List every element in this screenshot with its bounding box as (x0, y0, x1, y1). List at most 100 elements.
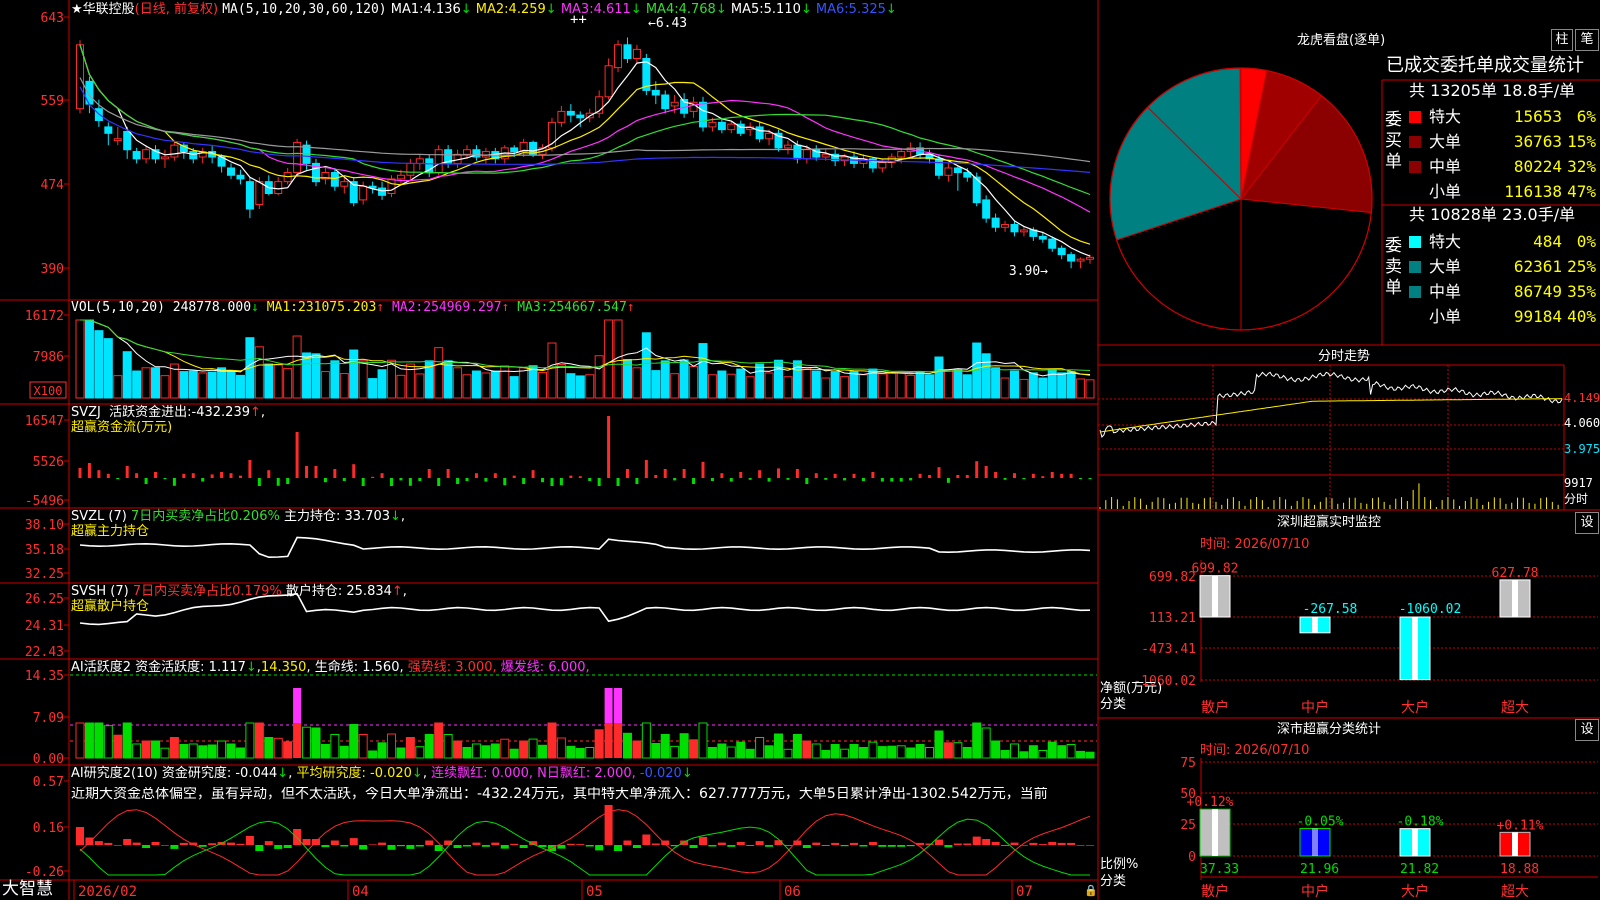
sell-legend-swatch (1409, 261, 1421, 273)
vol-ma1-arrow: ↑ (376, 300, 385, 315)
ai1-bar (198, 745, 208, 759)
svzl-label2: 主力持仓: (283, 509, 341, 524)
ai2-bar (840, 845, 849, 847)
ai2-bar (765, 845, 774, 847)
candle-body (566, 110, 575, 116)
bar-view-tab[interactable]: 柱 (1551, 29, 1573, 51)
tick-view-tab[interactable]: 笔 (1575, 29, 1599, 51)
volume-bar (443, 360, 453, 399)
volume-bar (434, 347, 444, 399)
sell-legend-swatch (1409, 311, 1421, 323)
sccy-value-label-2: 21.82 (1400, 862, 1439, 877)
svzj-bar (257, 478, 261, 486)
svzj-bar (795, 469, 799, 478)
candle-body (708, 121, 717, 128)
lock-icon[interactable]: 🔒 (1084, 883, 1098, 898)
ai1-bar (736, 741, 746, 759)
ai1-bar (1066, 744, 1076, 759)
buy-row-label: 特大 (1429, 107, 1462, 126)
ai1-arrow1: ↓ (245, 660, 257, 675)
svzj-bar (550, 478, 554, 486)
volume-bar (679, 359, 689, 399)
szcy-unit: 净额(万元) (1100, 681, 1163, 696)
volume-bar (585, 374, 595, 399)
ai1-bar-top (293, 688, 302, 723)
ai1-bar (679, 733, 689, 759)
ai1-bar (1019, 751, 1029, 759)
svsh-label2: 散户持仓: (285, 584, 343, 599)
ai1-bar (339, 745, 349, 759)
ma2-value: 4.259 (508, 2, 546, 17)
svzj-bar (474, 473, 478, 478)
svzj-arrow: ↑ (250, 405, 261, 420)
fenshi-ytick-3: 3.975 (1564, 442, 1600, 456)
candle-body (576, 114, 585, 119)
ai1-bar (217, 740, 227, 759)
svzj-bar (87, 463, 91, 478)
volume-bar (1066, 371, 1076, 399)
ai1-bar (689, 739, 699, 759)
ai2-bar (878, 845, 887, 847)
ai2-arrow2: ↓ (411, 766, 423, 781)
svzj-bar (210, 474, 214, 478)
ai1-value1: 1.117 (208, 660, 246, 675)
volume-bar (830, 371, 840, 399)
candle-body (991, 217, 1000, 228)
candle-body (755, 126, 764, 140)
ai1-value1b: 14.350 (260, 660, 307, 675)
ma4-label: MA4: (645, 2, 679, 17)
ai2-bar (1057, 842, 1066, 845)
period-mode[interactable]: (日线, 前复权) (135, 2, 218, 17)
ai2-bar (595, 845, 604, 851)
ai2-bar (500, 845, 509, 849)
ai2-bar (802, 845, 811, 848)
volume-bar (981, 353, 991, 399)
stock-name: 华联控股 (82, 2, 135, 17)
sell-legend-swatch (1409, 236, 1421, 248)
sccy-settings-button[interactable]: 设 (1575, 719, 1599, 741)
svzj-bar (503, 478, 507, 486)
vol-ma2-arrow: ↑ (501, 300, 510, 315)
candle-body (406, 162, 415, 176)
ai1-bar (849, 744, 859, 759)
volume-bar (670, 373, 680, 399)
ai1-bar (94, 722, 104, 759)
ai1-bar (490, 743, 500, 759)
szcy-title: 深圳超赢实时监控 (1277, 515, 1382, 530)
svzj-bar (361, 478, 365, 486)
candle-body (415, 158, 424, 164)
ai1-label4: 爆发线: (500, 660, 545, 675)
favorite-star-icon[interactable]: ★ (71, 2, 83, 17)
ai2-bar (236, 843, 245, 845)
ai1-bar (755, 737, 765, 759)
svsh-arrow: ↑ (391, 584, 403, 599)
buy-legend-swatch (1409, 136, 1421, 148)
svzj-bar (1012, 473, 1016, 478)
ai1-bar (651, 743, 661, 759)
szcy-settings-button[interactable]: 设 (1575, 512, 1599, 534)
candle-body (359, 185, 368, 201)
ai2-bar (566, 843, 575, 845)
sccy-title: 深市超赢分类统计 (1277, 722, 1382, 737)
ai2-bar (160, 845, 169, 846)
svsh-header: SVSH (7) 7日内买卖净占比0.179% 散户持仓: 25.834↑, (71, 584, 407, 599)
svzj-bar (437, 478, 441, 486)
chart-canvas[interactable]: 643 559 474 390 16172 7986 16547 5526 -5496 38.10… (0, 0, 1600, 900)
ai2-bar (859, 845, 868, 847)
volume-bar (471, 370, 481, 399)
svzj-bar (663, 469, 667, 478)
svzj-bar (625, 469, 629, 478)
volume-bar (113, 375, 123, 399)
ai1-bar (349, 724, 359, 759)
ma4-arrow: ↓ (715, 2, 727, 17)
fenshi-avg-line (1099, 398, 1562, 433)
candle-body (765, 132, 774, 140)
vol-ma3-arrow: ↑ (626, 300, 635, 315)
svzj-bar (814, 473, 818, 478)
ai2-value3: 0.000 (491, 766, 529, 781)
volume-bar (962, 374, 972, 399)
candle-body (717, 121, 726, 131)
szcy-bar-highlight-2 (1412, 617, 1418, 680)
szcy-unit2: 分类 (1100, 697, 1127, 712)
buy-row-label: 大单 (1429, 132, 1462, 151)
